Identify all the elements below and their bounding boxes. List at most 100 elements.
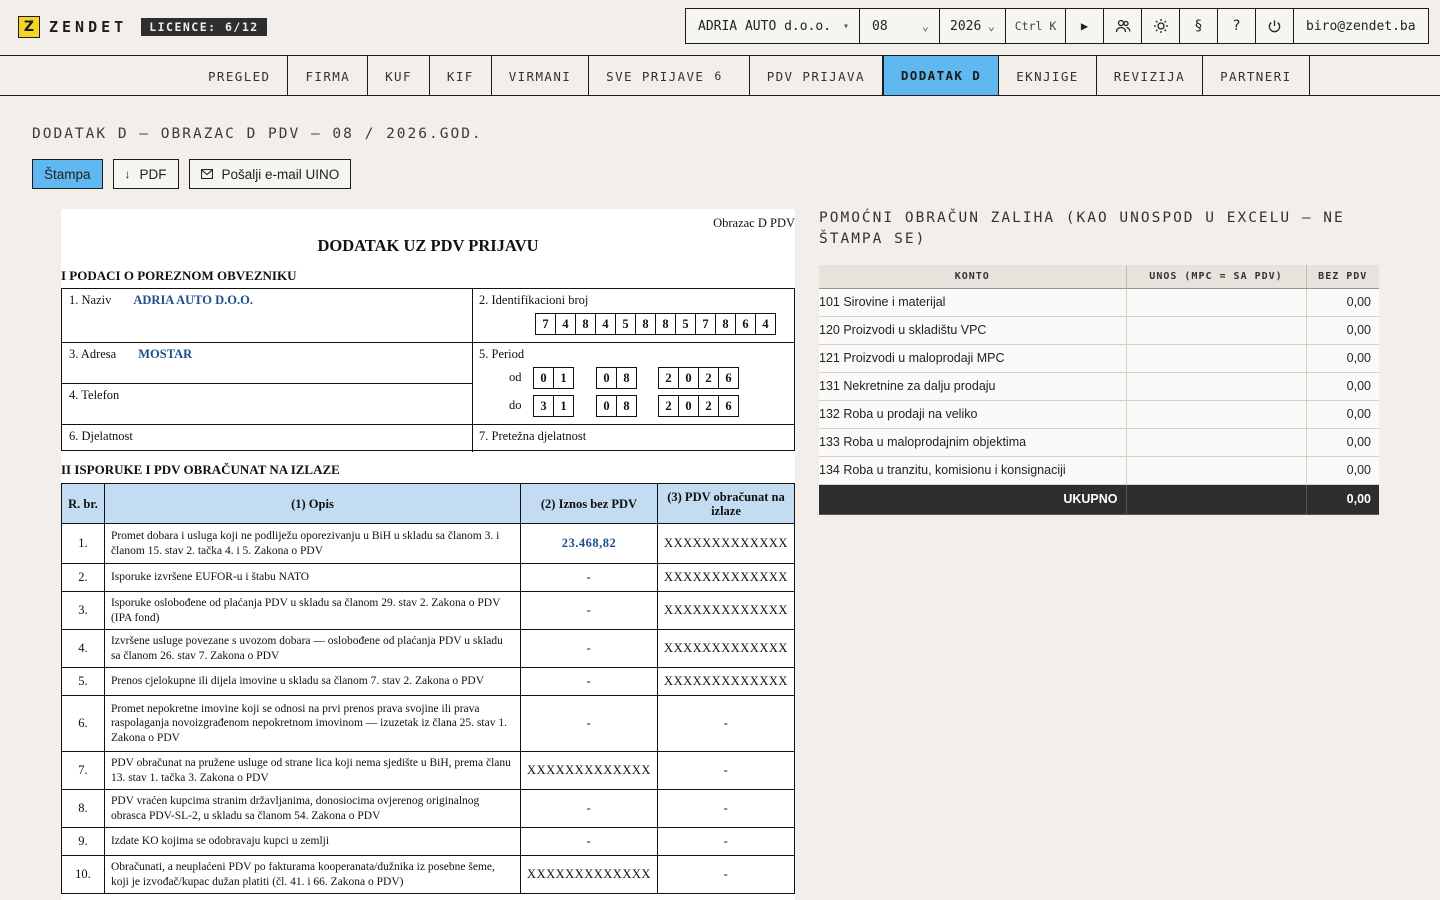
digit-box: 4 <box>555 313 576 335</box>
logout-button[interactable] <box>1256 9 1294 43</box>
input-cell[interactable] <box>1126 288 1307 317</box>
input-cell[interactable] <box>1126 316 1307 345</box>
tab-virmani[interactable]: VIRMANI <box>492 56 590 96</box>
row-vat: XXXXXXXXXXXXX <box>656 591 796 630</box>
tab-pdv-prijava[interactable]: PDV PRIJAVA <box>750 56 883 96</box>
tab-dodatak-d[interactable]: DODATAK D <box>882 56 1000 96</box>
chevron-down-icon: ⌄ <box>987 19 995 33</box>
row-amount: XXXXXXXXXXXXX <box>519 855 658 894</box>
konto-cell: 131 Nekretnine za dalju prodaju <box>819 372 1127 401</box>
row-vat: - <box>656 751 796 790</box>
supplies-table: R. br. (1) Opis (2) Iznos bez PDV (3) PD… <box>61 483 796 894</box>
table-header-row: KONTO UNOS (MPC = SA PDV) BEZ PDV <box>819 265 1379 289</box>
digit-box: 0 <box>678 395 699 417</box>
row-number: 1. <box>61 523 105 564</box>
tab-firma[interactable]: FIRMA <box>288 56 369 96</box>
input-cell[interactable] <box>1126 428 1307 457</box>
divider <box>472 342 794 343</box>
total-input <box>1126 484 1307 515</box>
brand: Z ZENDET LICENCE: 6/12 <box>18 16 267 38</box>
table-row: 133 Roba u maloprodajnim objektima 0,00 <box>819 428 1379 457</box>
law-button[interactable]: § <box>1180 9 1218 43</box>
row-number: 2. <box>61 563 105 592</box>
digit-box: 4 <box>595 313 616 335</box>
main-activity-label: 7. Pretežna djelatnost <box>479 429 587 443</box>
konto-cell: 120 Proizvodi u skladištu VPC <box>819 316 1127 345</box>
address-value: MOSTAR <box>138 347 193 361</box>
row-vat: - <box>656 855 796 894</box>
name-label: 1. Naziv <box>69 293 112 307</box>
tab-label: EKNJIGE <box>1016 68 1079 84</box>
period-label: 5. Period <box>479 347 525 361</box>
send-email-button[interactable]: Pošalji e-mail UINO <box>188 159 352 189</box>
chevron-down-icon: ⌄ <box>921 19 929 33</box>
row-description: Obračunati, a neuplaćeni PDV po fakturam… <box>103 855 521 894</box>
tab-sve-prijave[interactable]: SVE PRIJAVE 6 <box>589 56 750 96</box>
input-cell[interactable] <box>1126 344 1307 373</box>
table-row: 9. Izdate KO kojima se odobravaju kupci u… <box>61 827 796 856</box>
tab-label: PDV PRIJAVA <box>766 68 865 84</box>
input-cell[interactable] <box>1126 400 1307 429</box>
row-description: Izdate KO kojima se odobravaju kupci u z… <box>103 827 521 856</box>
digit-box: 2 <box>658 395 679 417</box>
play-button[interactable]: ▶ <box>1066 9 1104 43</box>
table-row: 4. Izvršene usluge povezane s uvozom doba… <box>61 629 796 668</box>
digit-box: 6 <box>718 367 739 389</box>
digit-box: 0 <box>596 367 617 389</box>
divider <box>62 424 794 425</box>
company-select[interactable]: ADRIA AUTO d.o.o. ▾ <box>686 9 860 43</box>
table-header-row: R. br. (1) Opis (2) Iznos bez PDV (3) PD… <box>61 483 796 524</box>
net-value-cell: 0,00 <box>1306 456 1379 485</box>
period-to-label: do <box>509 398 522 412</box>
shortcut-label: Ctrl K <box>1014 19 1057 33</box>
tab-partneri[interactable]: PARTNERI <box>1203 56 1310 96</box>
users-button[interactable] <box>1104 9 1142 43</box>
row-number: 4. <box>61 629 105 668</box>
form-name: Obrazac D PDV <box>713 216 795 230</box>
page-title: DODATAK D — OBRAZAC D PDV — 08 / 2026.GO… <box>32 126 483 142</box>
top-controls: ADRIA AUTO d.o.o. ▾ 08 ⌄ 2026 ⌄ Ctrl K ▶ <box>685 8 1429 44</box>
konto-cell: 134 Roba u tranzitu, komisionu i konsign… <box>819 456 1127 485</box>
digit-box: 8 <box>575 313 596 335</box>
table-row: 3. Isporuke oslobođene od plaćanja PDV u … <box>61 591 796 630</box>
digit-box: 7 <box>535 313 556 335</box>
user-email[interactable]: biro@zendet.ba <box>1294 9 1428 43</box>
print-button[interactable]: Štampa <box>32 159 103 189</box>
id-label: 2. Identifikacioni broj <box>479 293 589 307</box>
column-header: UNOS (MPC = SA PDV) <box>1126 265 1307 289</box>
table-row: 8. PDV vraćen kupcima stranim državljanim… <box>61 789 796 828</box>
input-cell[interactable] <box>1126 456 1307 485</box>
tab-eknjige[interactable]: EKNJIGE <box>999 56 1097 96</box>
sun-icon <box>1153 19 1168 33</box>
row-description: Isporuke oslobođene od plaćanja PDV u sk… <box>103 591 521 630</box>
theme-button[interactable] <box>1142 9 1180 43</box>
command-palette-button[interactable]: Ctrl K <box>1006 9 1066 43</box>
top-bar: Z ZENDET LICENCE: 6/12 ADRIA AUTO d.o.o.… <box>0 0 1440 56</box>
digit-box: 7 <box>695 313 716 335</box>
print-label: Štampa <box>44 166 91 182</box>
year-select[interactable]: 2026 ⌄ <box>940 9 1006 43</box>
divider <box>62 383 472 384</box>
form-document: Obrazac D PDV DODATAK UZ PDV PRIJAVU I P… <box>61 209 796 900</box>
table-row: 2. Isporuke izvršene EUFOR-u i štabu NATO… <box>61 563 796 592</box>
row-amount: - <box>519 667 658 696</box>
month-select[interactable]: 08 ⌄ <box>860 9 940 43</box>
digit-box: 6 <box>735 313 756 335</box>
row-number: 3. <box>61 591 105 630</box>
mail-icon <box>200 169 213 179</box>
users-icon <box>1115 19 1130 33</box>
tab-kuf[interactable]: KUF <box>368 56 430 96</box>
help-button[interactable]: ? <box>1218 9 1256 43</box>
tab-kif[interactable]: KIF <box>430 56 492 96</box>
tab-revizija[interactable]: REVIZIJA <box>1097 56 1204 96</box>
tab-pregled[interactable]: PREGLED <box>191 56 289 96</box>
row-description: Isporuke izvršene EUFOR-u i štabu NATO <box>103 563 521 592</box>
form-title: DODATAK UZ PDV PRIJAVU <box>317 236 539 255</box>
period-from-month: 08 <box>596 367 637 389</box>
pdf-button[interactable]: ↓ PDF <box>112 159 179 189</box>
row-amount: - <box>519 695 658 752</box>
digit-box: 0 <box>678 367 699 389</box>
digit-box: 8 <box>655 313 676 335</box>
input-cell[interactable] <box>1126 372 1307 401</box>
app-name: ZENDET <box>49 18 128 36</box>
